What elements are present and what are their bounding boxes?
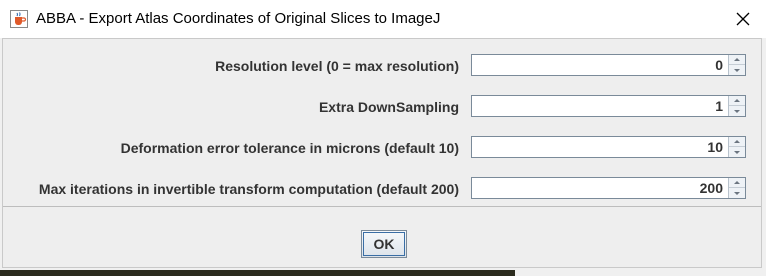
resolution-level-spin-buttons bbox=[728, 55, 745, 75]
field-label-extra-downsampling: Extra DownSampling bbox=[318, 99, 459, 115]
java-cup-icon bbox=[10, 10, 28, 28]
increment-button[interactable] bbox=[729, 96, 745, 106]
deformation-tolerance-value[interactable]: 10 bbox=[707, 137, 723, 157]
field-label-resolution-level: Resolution level (0 = max resolution) bbox=[215, 58, 459, 74]
max-iterations-spinner[interactable]: 200 bbox=[471, 177, 746, 199]
close-button[interactable] bbox=[720, 0, 766, 38]
decrement-button[interactable] bbox=[729, 65, 745, 75]
resolution-level-value[interactable]: 0 bbox=[715, 55, 723, 75]
chevron-down-icon bbox=[734, 191, 740, 195]
chevron-down-icon bbox=[734, 68, 740, 72]
field-label-max-iterations: Max iterations in invertible transform c… bbox=[38, 181, 459, 197]
window-title: ABBA - Export Atlas Coordinates of Origi… bbox=[36, 10, 441, 27]
extra-downsampling-spinner[interactable]: 1 bbox=[471, 95, 746, 117]
max-iterations-value[interactable]: 200 bbox=[700, 178, 723, 198]
ok-button[interactable]: OK bbox=[361, 230, 407, 258]
parameters-panel: Resolution level (0 = max resolution) 0 … bbox=[3, 39, 761, 207]
chevron-down-icon bbox=[734, 109, 740, 113]
title-bar[interactable]: ABBA - Export Atlas Coordinates of Origi… bbox=[0, 0, 766, 38]
chevron-up-icon bbox=[734, 58, 740, 61]
chevron-down-icon bbox=[734, 150, 740, 154]
dialog-window: ABBA - Export Atlas Coordinates of Origi… bbox=[0, 0, 766, 276]
chevron-up-icon bbox=[734, 99, 740, 102]
deformation-tolerance-spinner[interactable]: 10 bbox=[471, 136, 746, 158]
dialog-content: Resolution level (0 = max resolution) 0 … bbox=[2, 38, 762, 268]
max-iterations-spin-buttons bbox=[728, 178, 745, 198]
deformation-tolerance-spin-buttons bbox=[728, 137, 745, 157]
field-label-deformation-tolerance: Deformation error tolerance in microns (… bbox=[120, 140, 459, 156]
decrement-button[interactable] bbox=[729, 147, 745, 157]
increment-button[interactable] bbox=[729, 55, 745, 65]
decrement-button[interactable] bbox=[729, 106, 745, 116]
chevron-up-icon bbox=[734, 181, 740, 184]
extra-downsampling-spin-buttons bbox=[728, 96, 745, 116]
background-strip bbox=[0, 270, 515, 276]
resolution-level-spinner[interactable]: 0 bbox=[471, 54, 746, 76]
chevron-up-icon bbox=[734, 140, 740, 143]
decrement-button[interactable] bbox=[729, 188, 745, 198]
increment-button[interactable] bbox=[729, 137, 745, 147]
extra-downsampling-value[interactable]: 1 bbox=[715, 96, 723, 116]
close-icon bbox=[736, 12, 750, 26]
increment-button[interactable] bbox=[729, 178, 745, 188]
